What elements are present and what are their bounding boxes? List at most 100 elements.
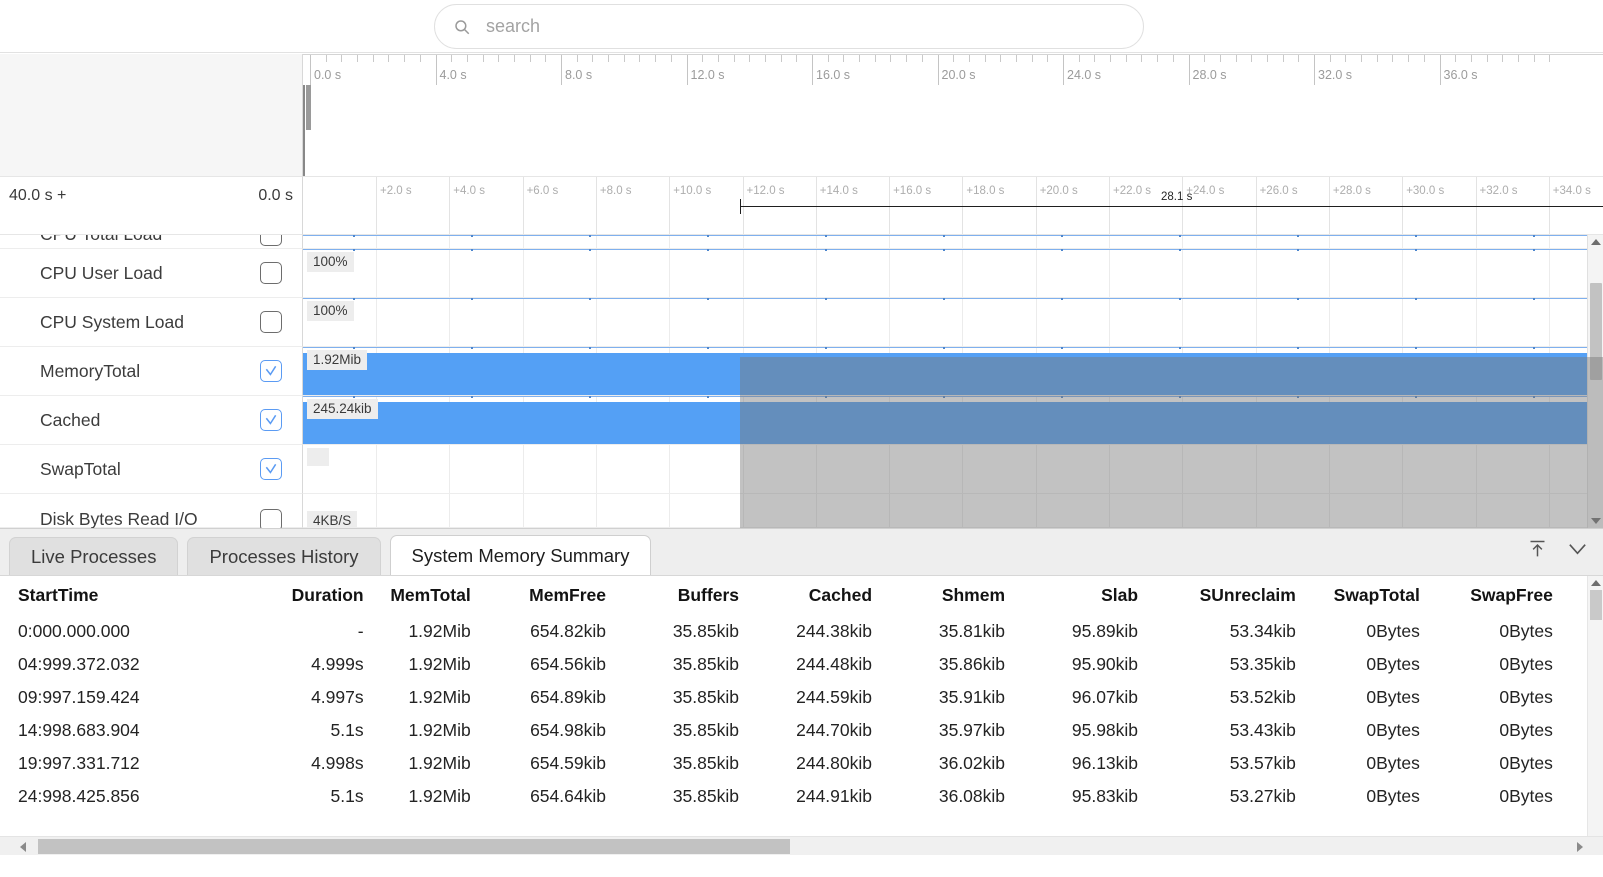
track-label-cell[interactable]: SwapTotal xyxy=(0,445,303,494)
track-label-cell[interactable]: Cached xyxy=(0,396,303,445)
table-column-header[interactable]: MemFree xyxy=(485,576,620,615)
memory-summary-table: StartTimeDurationMemTotalMemFreeBuffersC… xyxy=(0,576,1603,813)
table-column-header[interactable]: Cached xyxy=(753,576,886,615)
track-label-cell[interactable]: CPU System Load xyxy=(0,298,303,347)
track-row[interactable]: CPU Total Load xyxy=(0,235,1603,249)
memory-summary-table-wrap[interactable]: StartTimeDurationMemTotalMemFreeBuffersC… xyxy=(0,576,1603,848)
track-sample-dot xyxy=(353,347,355,349)
table-column-header[interactable]: Shmem xyxy=(886,576,1019,615)
track-gridline xyxy=(1256,235,1257,248)
track-checkbox-unchecked[interactable] xyxy=(260,509,282,529)
table-horizontal-scrollbar[interactable] xyxy=(0,836,1603,855)
track-row[interactable]: CPU User Load100% xyxy=(0,249,1603,298)
table-row[interactable]: 14:998.683.9045.1s1.92Mib654.98kib35.85k… xyxy=(0,714,1603,747)
track-row[interactable]: SwapTotal xyxy=(0,445,1603,494)
collapse-to-top-icon[interactable] xyxy=(1527,538,1548,559)
track-graph-cell[interactable]: 1.92Mib xyxy=(303,347,1603,396)
track-gridline xyxy=(449,235,450,248)
track-graph-cell[interactable] xyxy=(303,445,1603,494)
track-checkbox-checked[interactable] xyxy=(260,409,282,431)
scroll-up-arrow-icon[interactable] xyxy=(1591,239,1601,245)
track-scroll-thumb[interactable] xyxy=(1590,283,1602,380)
tab-live-processes[interactable]: Live Processes xyxy=(9,537,178,575)
table-vscroll-thumb[interactable] xyxy=(1590,590,1602,620)
track-sample-dot xyxy=(1415,249,1417,251)
table-column-header[interactable]: StartTime xyxy=(0,576,242,615)
table-row[interactable]: 09:997.159.4244.997s1.92Mib654.89kib35.8… xyxy=(0,681,1603,714)
track-checkbox-unchecked[interactable] xyxy=(260,235,282,246)
track-label-cell[interactable]: CPU User Load xyxy=(0,249,303,298)
ruler-tick-label: 20.0 s xyxy=(938,68,976,82)
track-label-cell[interactable]: Disk Bytes Read I/O xyxy=(0,494,303,528)
range-tick-label: +16.0 s xyxy=(889,185,931,197)
table-column-header[interactable]: Duration xyxy=(242,576,377,615)
track-row[interactable]: Disk Bytes Read I/O4KB/S xyxy=(0,494,1603,528)
track-label-cell[interactable]: MemoryTotal xyxy=(0,347,303,396)
table-hscroll-thumb[interactable] xyxy=(38,839,790,854)
ruler-minor-tick xyxy=(1408,55,1409,62)
ruler-minor-tick xyxy=(545,55,546,62)
table-row[interactable]: 04:999.372.0324.999s1.92Mib654.56kib35.8… xyxy=(0,648,1603,681)
table-column-header[interactable]: SwapFree xyxy=(1434,576,1567,615)
track-checkbox-unchecked[interactable] xyxy=(260,311,282,333)
search-box[interactable] xyxy=(434,4,1144,49)
table-cell: 654.59kib xyxy=(485,747,620,780)
track-gridline xyxy=(376,445,377,493)
range-ruler[interactable]: +2.0 s+4.0 s+6.0 s+8.0 s+10.0 s+12.0 s+1… xyxy=(303,177,1603,235)
track-pane-scrollbar[interactable] xyxy=(1587,235,1603,528)
ruler-minor-tick xyxy=(671,55,672,62)
track-gridline xyxy=(1036,494,1037,527)
track-name-label: CPU Total Load xyxy=(40,235,162,245)
detail-tabbar: Live ProcessesProcesses History System Me… xyxy=(0,529,1603,576)
track-gridline xyxy=(523,249,524,297)
scroll-down-arrow-icon[interactable] xyxy=(1591,518,1601,524)
hscroll-left-arrow-icon[interactable] xyxy=(20,842,26,852)
track-gridline xyxy=(1549,235,1550,248)
track-checkbox-checked[interactable] xyxy=(260,360,282,382)
hscroll-right-arrow-icon[interactable] xyxy=(1577,842,1583,852)
ruler-minor-tick xyxy=(1377,55,1378,62)
table-scroll-up-arrow-icon[interactable] xyxy=(1591,580,1601,586)
range-offset-label: 0.0 s xyxy=(258,187,293,205)
table-row[interactable]: 19:997.331.7124.998s1.92Mib654.59kib35.8… xyxy=(0,747,1603,780)
table-row[interactable]: 0:000.000.000-1.92Mib654.82kib35.85kib24… xyxy=(0,615,1603,648)
table-column-header[interactable]: SwapTotal xyxy=(1310,576,1434,615)
track-name-label: Cached xyxy=(40,410,100,431)
track-graph-cell[interactable]: 245.24kib xyxy=(303,396,1603,445)
table-column-header[interactable]: Slab xyxy=(1019,576,1152,615)
overview-cursor-handle[interactable] xyxy=(306,85,311,130)
search-input[interactable] xyxy=(484,15,1125,38)
table-row[interactable]: 24:998.425.8565.1s1.92Mib654.64kib35.85k… xyxy=(0,780,1603,813)
selection-start-handle[interactable] xyxy=(740,199,741,214)
table-column-header[interactable]: SUnreclaim xyxy=(1152,576,1310,615)
track-gridline xyxy=(1402,298,1403,346)
tab-processes-history[interactable]: Processes History xyxy=(187,537,380,575)
chevron-down-icon[interactable] xyxy=(1566,537,1589,560)
track-row[interactable]: Cached 245.24kib xyxy=(0,396,1603,445)
track-unit-chip: 4KB/S xyxy=(307,511,357,528)
track-graph-cell[interactable]: 100% xyxy=(303,249,1603,298)
ruler-minor-tick xyxy=(514,55,515,62)
table-cell: 53.34kib xyxy=(1152,615,1310,648)
overview-start-divider xyxy=(303,85,305,177)
track-checkbox-checked[interactable] xyxy=(260,458,282,480)
track-graph-cell[interactable]: 4KB/S xyxy=(303,494,1603,528)
table-cell: 1.92Mib xyxy=(378,780,485,813)
ruler-minor-tick xyxy=(1534,55,1535,62)
overview-ruler[interactable]: 0.0 s4.0 s8.0 s12.0 s16.0 s20.0 s24.0 s2… xyxy=(303,54,1603,177)
track-row[interactable]: MemoryTotal1.92Mib xyxy=(0,347,1603,396)
track-gridline xyxy=(523,445,524,493)
table-cell: 244.59kib xyxy=(753,681,886,714)
track-gridline xyxy=(376,494,377,527)
track-graph-cell[interactable] xyxy=(303,235,1603,249)
table-column-header[interactable]: Buffers xyxy=(620,576,753,615)
track-graph-cell[interactable]: 100% xyxy=(303,298,1603,347)
table-vertical-scrollbar[interactable] xyxy=(1587,576,1603,848)
table-column-header[interactable]: MemTotal xyxy=(378,576,485,615)
tab-system-memory-summary[interactable]: System Memory Summary xyxy=(390,535,652,575)
track-sample-dot xyxy=(707,298,709,300)
track-checkbox-unchecked[interactable] xyxy=(260,262,282,284)
ruler-minor-tick xyxy=(341,55,342,62)
track-label-cell[interactable]: CPU Total Load xyxy=(0,235,303,249)
track-row[interactable]: CPU System Load100% xyxy=(0,298,1603,347)
